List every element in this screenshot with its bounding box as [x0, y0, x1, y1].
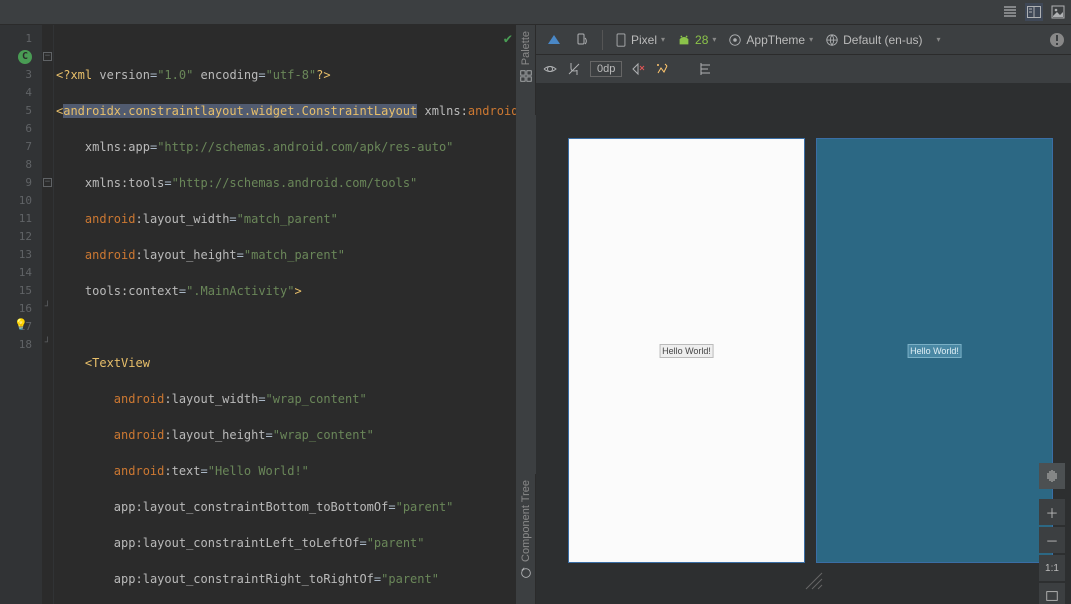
palette-panel-tab[interactable]: Palette [516, 25, 536, 115]
gutter-marker-icon[interactable]: C [18, 50, 32, 64]
pan-button[interactable] [1039, 463, 1065, 489]
view-options-button[interactable] [542, 61, 558, 77]
split-view-icon[interactable] [1025, 3, 1043, 21]
locale-selector[interactable]: Default (en-us)▾ [821, 31, 944, 49]
preview-textview[interactable]: Hello World! [907, 344, 962, 358]
fold-toggle-icon[interactable]: − [43, 52, 52, 61]
fold-end-icon: ┘ [43, 304, 52, 313]
design-toolbar: Pixel▾ 28▾ AppTheme▾ Default (en-us)▾ [536, 25, 1071, 55]
tree-icon [519, 566, 533, 580]
infer-constraints-button[interactable] [654, 61, 670, 77]
preview-textview[interactable]: Hello World! [659, 344, 714, 358]
zoom-out-button[interactable]: － [1039, 527, 1065, 553]
warnings-icon[interactable] [1049, 32, 1065, 48]
clear-constraints-button[interactable] [630, 61, 646, 77]
editor-gutter: 123456789101112131415161718 C 💡 [0, 25, 42, 604]
theme-selector[interactable]: AppTheme▾ [724, 31, 817, 49]
device-selector[interactable]: Pixel▾ [611, 31, 669, 49]
design-canvas[interactable]: Hello World! Hello World! ＋ － 1:1 [536, 83, 1071, 604]
inspection-ok-icon[interactable]: ✔ [504, 30, 512, 48]
preview-light[interactable]: Hello World! [568, 138, 805, 563]
code-view-icon[interactable] [1001, 3, 1019, 21]
design-toolbar-2: 0dp [536, 55, 1071, 83]
fold-column: − − ┘ ┘ [42, 25, 54, 604]
code-text[interactable]: ✔ <?xml version="1.0" encoding="utf-8"?>… [54, 25, 516, 604]
fold-end-icon: ┘ [43, 340, 52, 349]
top-view-toolbar [0, 0, 1071, 25]
design-surface-mode-button[interactable] [542, 30, 566, 50]
preview-blueprint[interactable]: Hello World! [816, 138, 1053, 563]
zoom-in-button[interactable]: ＋ [1039, 499, 1065, 525]
lightbulb-icon[interactable]: 💡 [14, 318, 28, 331]
fold-toggle-icon[interactable]: − [43, 178, 52, 187]
guidelines-button[interactable] [698, 61, 714, 77]
component-tree-panel-tab[interactable]: Component Tree [516, 474, 536, 604]
palette-icon [519, 69, 533, 83]
autoconnect-toggle[interactable] [566, 61, 582, 77]
orientation-button[interactable] [570, 30, 594, 50]
resize-handle-icon[interactable] [802, 569, 824, 591]
design-panel: Palette Component Tree Pixel▾ 28▾ AppThe… [516, 25, 1071, 604]
zoom-fit-button[interactable] [1039, 583, 1065, 604]
code-editor[interactable]: 123456789101112131415161718 C 💡 − − ┘ ┘ … [0, 25, 516, 604]
default-margin-input[interactable]: 0dp [590, 61, 622, 77]
design-view-icon[interactable] [1049, 3, 1067, 21]
api-selector[interactable]: 28▾ [673, 31, 720, 49]
zoom-controls: ＋ － 1:1 [1039, 463, 1065, 604]
zoom-reset-button[interactable]: 1:1 [1039, 555, 1065, 581]
